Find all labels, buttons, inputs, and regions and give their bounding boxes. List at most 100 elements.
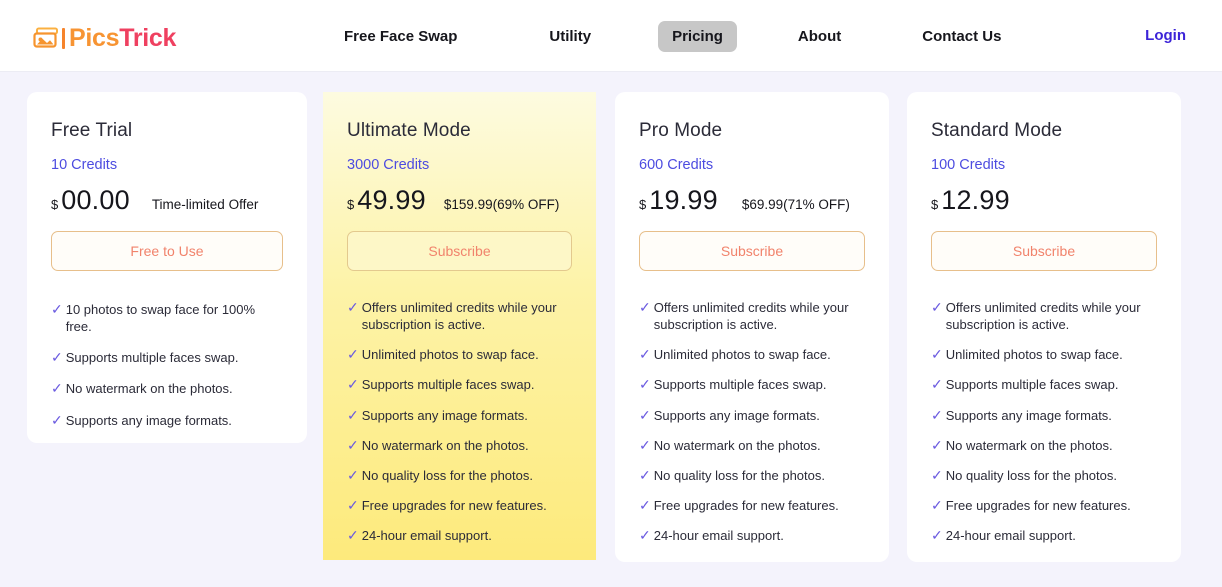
check-icon: ✓ (931, 406, 943, 423)
feature-item: ✓ No quality loss for the photos. (639, 467, 865, 484)
feature-item: ✓ Free upgrades for new features. (931, 497, 1157, 514)
feature-text: Supports multiple faces swap. (65, 350, 239, 366)
feature-item: ✓ Supports multiple faces swap. (931, 376, 1157, 393)
check-icon: ✓ (51, 349, 63, 366)
nav-item-about[interactable]: About (784, 21, 855, 52)
check-icon: ✓ (51, 380, 63, 397)
check-icon: ✓ (347, 346, 359, 363)
main-navigation: Free Face Swap Utility Pricing About Con… (330, 0, 1015, 72)
plan-features: ✓ Offers unlimited credits while your sub… (347, 299, 572, 544)
check-icon: ✓ (931, 346, 943, 363)
plan-cta-button[interactable]: Subscribe (639, 231, 865, 271)
check-icon: ✓ (639, 376, 651, 393)
plan-features: ✓ Offers unlimited credits while your sub… (931, 299, 1157, 544)
check-icon: ✓ (931, 299, 943, 315)
check-icon: ✓ (51, 301, 63, 317)
pricing-card-ultimate-mode: Ultimate Mode 3000 Credits $ 49.99 $159.… (323, 92, 596, 560)
pricing-card-pro-mode: Pro Mode 600 Credits $ 19.99 $69.99(71% … (615, 92, 889, 562)
check-icon: ✓ (347, 466, 359, 483)
plan-currency: $ (639, 197, 647, 212)
feature-text: Supports multiple faces swap. (361, 377, 535, 393)
plan-title: Standard Mode (931, 120, 1063, 141)
feature-item: ✓ 24-hour email support. (931, 527, 1157, 544)
feature-item: ✓ No watermark on the photos. (347, 437, 572, 454)
feature-text: No watermark on the photos. (361, 437, 529, 453)
nav-item-pricing[interactable]: Pricing (658, 20, 737, 52)
site-header: PicsTrick Free Face Swap Utility Pricing… (0, 0, 1222, 72)
feature-item: ✓ Unlimited photos to swap face. (347, 346, 572, 363)
plan-credits: 600 Credits (639, 157, 714, 173)
feature-text: Supports any image formats. (945, 407, 1112, 423)
feature-text: Offers unlimited credits while your subs… (653, 300, 849, 333)
feature-text: Offers unlimited credits while your subs… (361, 300, 557, 333)
feature-text: Supports multiple faces swap. (653, 377, 827, 393)
check-icon: ✓ (639, 436, 651, 453)
plan-price: 00.00 (61, 185, 130, 215)
plan-title: Free Trial (51, 120, 133, 141)
feature-text: Supports any image formats. (653, 407, 820, 423)
plan-cta-button[interactable]: Subscribe (931, 231, 1157, 271)
feature-text: No quality loss for the photos. (945, 467, 1117, 483)
feature-item: ✓ Supports any image formats. (639, 407, 865, 424)
plan-title: Ultimate Mode (347, 120, 471, 141)
feature-item: ✓ No watermark on the photos. (639, 437, 865, 454)
plan-price: 12.99 (941, 185, 1010, 215)
nav-item-utility[interactable]: Utility (535, 21, 605, 52)
check-icon: ✓ (639, 466, 651, 483)
nav-item-free-face-swap[interactable]: Free Face Swap (330, 21, 471, 52)
check-icon: ✓ (639, 346, 651, 363)
feature-text: No watermark on the photos. (945, 437, 1113, 453)
feature-item: ✓ No quality loss for the photos. (931, 467, 1157, 484)
pricing-cards: Free Trial 10 Credits $ 00.00 Time-limit… (0, 92, 1222, 587)
check-icon: ✓ (347, 527, 359, 544)
feature-item: ✓ Supports multiple faces swap. (639, 376, 865, 393)
feature-item: ✓ Supports any image formats. (51, 412, 283, 429)
feature-item: ✓ 10 photos to swap face for 100% free. (51, 301, 283, 335)
feature-text: No quality loss for the photos. (653, 467, 825, 483)
feature-item: ✓ Offers unlimited credits while your sub… (931, 299, 1157, 333)
plan-price-row: $ 00.00 Time-limited Offer (51, 187, 283, 217)
feature-text: 24-hour email support. (361, 528, 492, 544)
plan-currency: $ (931, 197, 939, 212)
plan-price-note: $159.99(69% OFF) (443, 197, 560, 212)
check-icon: ✓ (931, 436, 943, 453)
feature-text: Unlimited photos to swap face. (945, 347, 1123, 363)
photo-stack-icon (33, 27, 58, 48)
plan-credits: 3000 Credits (347, 157, 430, 173)
feature-text: 24-hour email support. (653, 528, 784, 544)
feature-item: ✓ Offers unlimited credits while your sub… (347, 299, 572, 333)
plan-price-note: Time-limited Offer (151, 197, 259, 212)
feature-text: 10 photos to swap face for 100% free. (65, 302, 256, 335)
pricing-card-free-trial: Free Trial 10 Credits $ 00.00 Time-limit… (27, 92, 307, 443)
nav-item-contact-us[interactable]: Contact Us (908, 21, 1015, 52)
feature-item: ✓ Unlimited photos to swap face. (931, 346, 1157, 363)
plan-currency: $ (51, 197, 59, 212)
plan-price-note: $69.99(71% OFF) (741, 197, 850, 212)
logo[interactable]: PicsTrick (33, 22, 176, 54)
feature-text: Offers unlimited credits while your subs… (945, 300, 1141, 333)
logo-divider-bar (62, 27, 65, 49)
pricing-card-standard-mode: Standard Mode 100 Credits $ 12.99 Subscr… (907, 92, 1181, 562)
feature-item: ✓ No watermark on the photos. (931, 437, 1157, 454)
check-icon: ✓ (347, 497, 359, 514)
check-icon: ✓ (51, 411, 63, 428)
plan-cta-button[interactable]: Free to Use (51, 231, 283, 271)
feature-text: No watermark on the photos. (65, 381, 233, 397)
check-icon: ✓ (639, 497, 651, 514)
check-icon: ✓ (639, 299, 651, 315)
check-icon: ✓ (639, 406, 651, 423)
feature-item: ✓ Free upgrades for new features. (347, 497, 572, 514)
feature-item: ✓ Free upgrades for new features. (639, 497, 865, 514)
plan-cta-button[interactable]: Subscribe (347, 231, 572, 271)
login-link[interactable]: Login (1145, 27, 1186, 44)
feature-text: Unlimited photos to swap face. (361, 347, 539, 363)
check-icon: ✓ (639, 527, 651, 544)
feature-text: 24-hour email support. (945, 528, 1076, 544)
plan-title: Pro Mode (639, 120, 723, 141)
feature-item: ✓ Supports any image formats. (931, 407, 1157, 424)
feature-text: Unlimited photos to swap face. (653, 347, 831, 363)
check-icon: ✓ (931, 527, 943, 544)
plan-currency: $ (347, 197, 355, 212)
feature-text: Supports any image formats. (65, 412, 232, 428)
check-icon: ✓ (931, 466, 943, 483)
